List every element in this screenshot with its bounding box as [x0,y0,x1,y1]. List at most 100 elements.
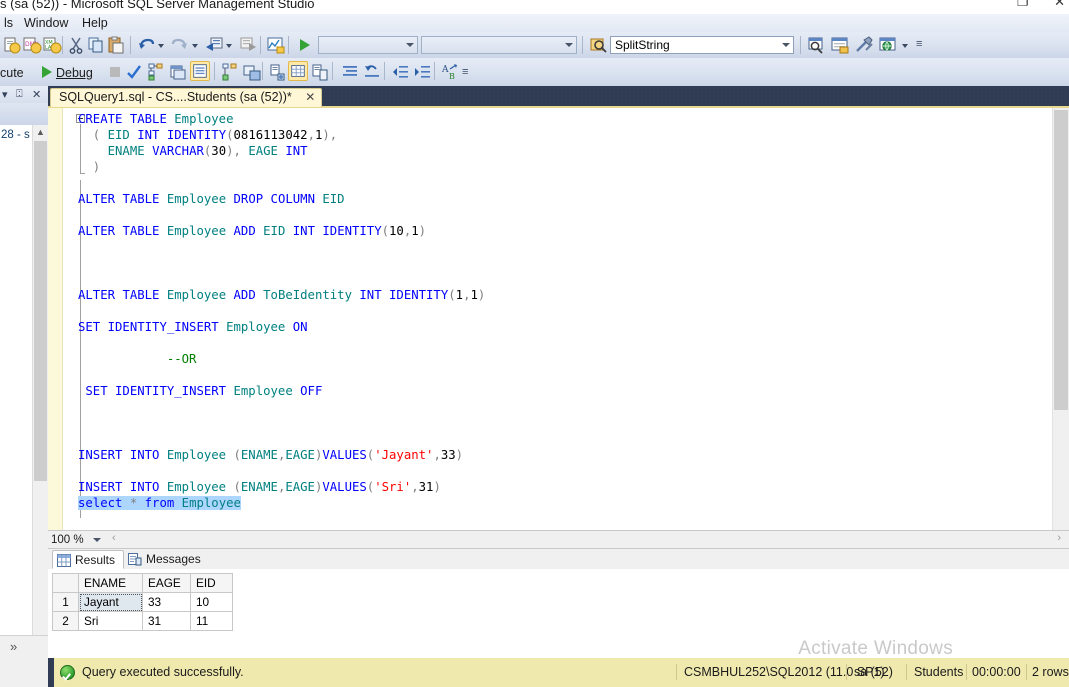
undo-dropdown-icon[interactable] [156,35,166,55]
results-to-text-icon[interactable] [268,62,288,82]
object-explorer-scrollbar[interactable]: ▲ ▼ [32,125,48,658]
expand-chevron-icon[interactable]: » [10,639,17,654]
display-estimated-execution-plan-icon[interactable] [146,62,166,82]
navigate-backward-icon[interactable] [204,35,224,55]
cell-ename[interactable]: Jayant [78,592,143,612]
menu-item-window[interactable]: Window [20,16,72,30]
code-line[interactable] [78,335,1052,351]
code-line[interactable]: SET IDENTITY_INSERT Employee OFF [78,383,1052,399]
execute-button-label[interactable]: cute [0,66,24,80]
cell-eage[interactable]: 31 [142,611,191,631]
solution-combo[interactable] [421,36,577,54]
code-line[interactable] [78,271,1052,287]
tab-results[interactable]: Results [52,550,125,569]
undo-icon[interactable] [136,35,156,55]
row-number[interactable]: 2 [52,611,79,631]
auto-hide-pin-icon[interactable]: ⍠ [16,88,23,101]
available-databases-combo[interactable] [318,36,418,54]
code-line[interactable]: --OR [78,351,1052,367]
row-number-header[interactable] [52,573,79,593]
decrease-indent-icon[interactable] [390,62,410,82]
scroll-left-icon[interactable]: ‹ [112,532,116,544]
menu-item-help[interactable]: Help [78,16,112,30]
zoom-level-combo[interactable]: 100 % [51,532,105,548]
stop-icon[interactable] [105,62,125,82]
code-line[interactable] [78,399,1052,415]
navigate-backward-dropdown-icon[interactable] [224,35,234,55]
menu-item-tools[interactable]: ls [0,16,17,30]
find-combo[interactable]: SplitString [610,36,794,54]
code-line[interactable] [78,207,1052,223]
redo-icon[interactable] [170,35,190,55]
specify-values-for-template-parameters-icon[interactable]: A B [440,62,460,82]
results-to-grid-icon[interactable] [288,61,308,81]
tab-close-icon[interactable]: ✕ [305,89,315,106]
code-line[interactable]: ) [78,159,1052,175]
navigate-forward-icon[interactable] [238,35,258,55]
code-line[interactable] [78,175,1052,191]
web-browser-dropdown-icon[interactable] [900,35,910,55]
code-line[interactable] [78,303,1052,319]
scrollbar-thumb[interactable] [1054,110,1068,410]
object-explorer-icon[interactable] [806,35,826,55]
query-options-icon[interactable] [168,62,188,82]
column-header-ename[interactable]: ENAME [78,573,143,593]
window-position-dropdown-icon[interactable]: ▾ [2,88,8,101]
toolbar-overflow-button[interactable]: ≡ [462,66,468,78]
code-line[interactable]: INSERT INTO Employee (ENAME,EAGE)VALUES(… [78,479,1052,495]
cell-ename[interactable]: Sri [78,611,143,631]
code-line[interactable]: INSERT INTO Employee (ENAME,EAGE)VALUES(… [78,447,1052,463]
cell-eid[interactable]: 10 [190,592,233,612]
toolbar-overflow-button[interactable]: ≡ [916,38,922,50]
close-panel-icon[interactable]: ✕ [32,88,41,101]
table-row[interactable]: 2 Sri 31 11 [52,611,233,631]
code-line[interactable]: SET IDENTITY_INSERT Employee ON [78,319,1052,335]
code-line[interactable]: ENAME VARCHAR(30), EAGE INT [78,143,1052,159]
copy-icon[interactable] [86,35,106,55]
uncomment-lines-icon[interactable] [362,62,382,82]
parse-check-icon[interactable] [124,62,144,82]
object-explorer-tree[interactable]: 28 - s ▲ ▼ [0,125,48,658]
table-row[interactable]: 1 Jayant 33 10 [52,592,233,612]
toolbox-icon[interactable] [854,35,874,55]
cut-icon[interactable] [66,35,86,55]
results-grid[interactable]: ENAME EAGE EID 1 Jayant 33 10 2 Sri 31 1… [52,573,233,631]
debug-button-label[interactable]: Debug [56,66,93,80]
code-line[interactable] [78,367,1052,383]
code-line[interactable]: ALTER TABLE Employee ADD EID INT IDENTIT… [78,223,1052,239]
scroll-right-icon[interactable]: › [1057,532,1061,544]
code-line[interactable]: ( EID INT IDENTITY(0816113042,1), [78,127,1052,143]
column-header-eid[interactable]: EID [190,573,233,593]
properties-window-icon[interactable] [830,35,850,55]
new-xmla-query-icon[interactable]: XM LA [42,35,62,55]
row-number[interactable]: 1 [52,592,79,612]
code-line[interactable] [78,239,1052,255]
code-line[interactable] [78,463,1052,479]
scroll-up-icon[interactable]: ▲ [33,125,48,140]
code-line[interactable]: CREATE TABLE Employee [78,111,1052,127]
code-line[interactable] [78,415,1052,431]
execute-icon[interactable] [294,35,314,55]
code-line[interactable] [78,431,1052,447]
restore-button[interactable]: ❐ [1017,0,1029,9]
show-diagram-pane-icon[interactable] [266,35,286,55]
new-dmx-query-icon[interactable]: DMX [22,35,42,55]
code-line[interactable]: ALTER TABLE Employee ADD ToBeIdentity IN… [78,287,1052,303]
object-explorer-node[interactable]: 28 - s [1,129,30,141]
scrollbar-thumb[interactable] [34,141,47,481]
web-browser-icon[interactable] [878,35,898,55]
close-button[interactable]: ✕ [1054,0,1065,9]
include-actual-execution-plan-icon[interactable] [190,61,210,81]
code-line[interactable]: select * from Employee [78,495,1052,511]
increase-indent-icon[interactable] [412,62,432,82]
results-to-file-icon[interactable] [310,62,330,82]
code-line[interactable]: ALTER TABLE Employee DROP COLUMN EID [78,191,1052,207]
tab-messages[interactable]: Messages [124,550,209,569]
column-header-eage[interactable]: EAGE [142,573,191,593]
code-line[interactable] [78,255,1052,271]
find-in-files-icon[interactable] [588,35,608,55]
new-query-icon[interactable] [2,35,22,55]
tab-sqlquery1[interactable]: SQLQuery1.sql - CS....Students (sa (52))… [50,88,323,107]
debug-play-icon[interactable] [36,62,56,82]
comment-lines-icon[interactable] [340,62,360,82]
